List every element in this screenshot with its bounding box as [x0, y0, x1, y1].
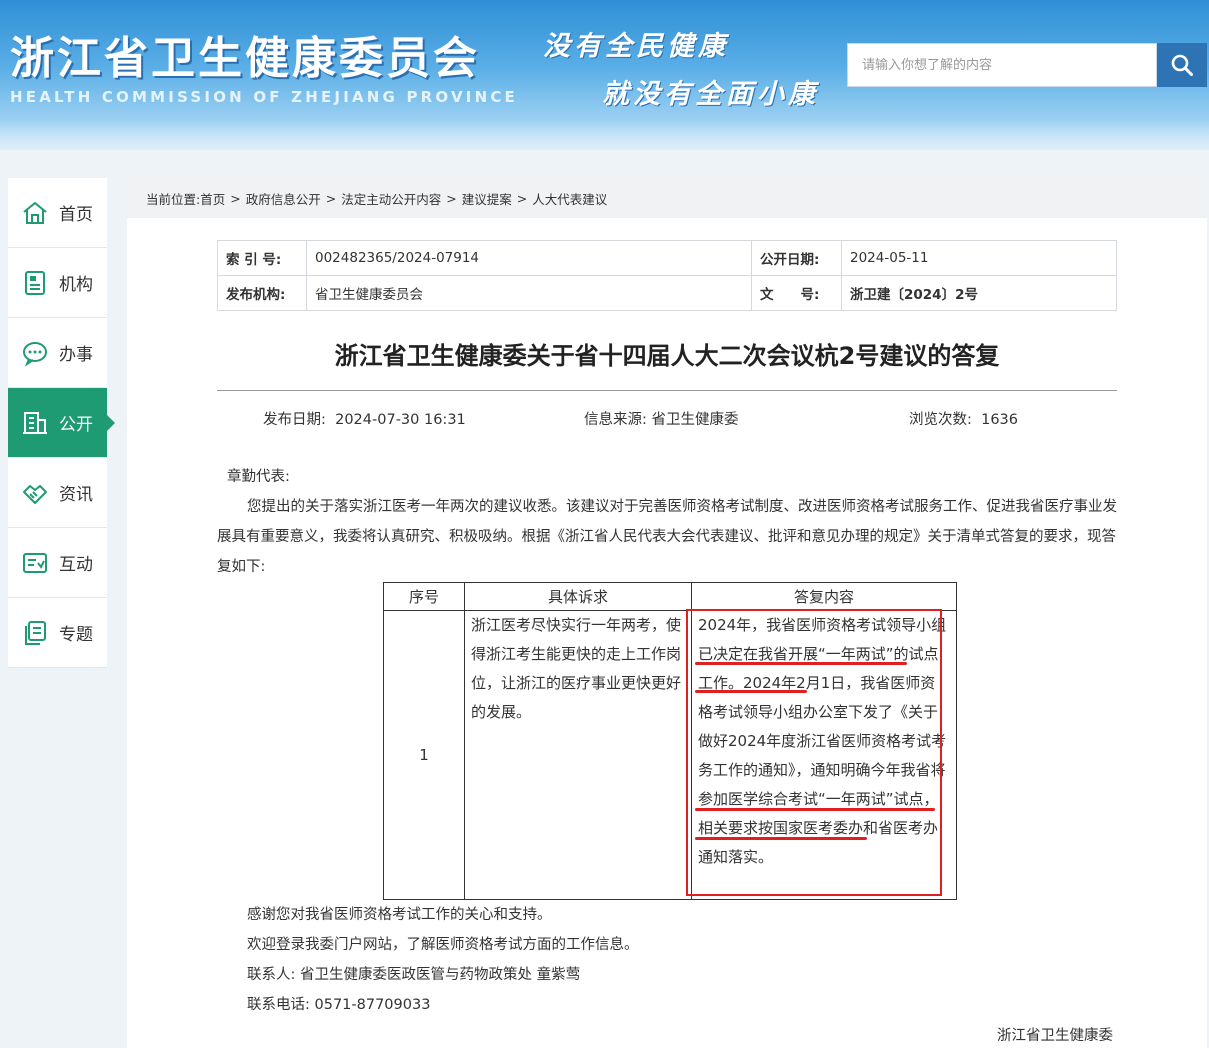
open-date-value: 2024-05-11: [841, 240, 1117, 276]
publish-date-label: 发布日期:: [263, 412, 326, 428]
search-input[interactable]: [848, 44, 1156, 86]
table-row: 1 浙江医考尽快实行一年两考，使得浙江考生能更快的走上工作岗位，让浙江的医疗事业…: [383, 610, 957, 900]
signature: 浙江省卫生健康委: [997, 1028, 1113, 1044]
info-source-value: 省卫生健康委: [651, 412, 739, 428]
site-title[interactable]: 浙江省卫生健康委员会: [10, 22, 480, 86]
sidebar-item-label: 资讯: [59, 485, 93, 505]
sidebar-item-topics[interactable]: 专题: [8, 598, 107, 668]
phone-label: 联系电话:: [247, 997, 310, 1013]
breadcrumb-link-npc-suggestions[interactable]: 人大代表建议: [532, 189, 607, 208]
sidebar-item-news[interactable]: 资讯: [8, 458, 107, 528]
site-header: 浙江省卫生健康委员会 HEALTH COMMISSION OF ZHEJIANG…: [0, 0, 1209, 150]
page-title: 浙江省卫生健康委关于省十四届人大二次会议杭2号建议的答复: [334, 342, 1000, 370]
sidebar-item-interaction[interactable]: 互动: [8, 528, 107, 598]
publish-date: 发布日期: 2024-07-30 16:31: [263, 408, 466, 429]
main-content: 当前位置: 首页 > 政府信息公开 > 法定主动公开内容 > 建议提案 > 人大…: [127, 178, 1207, 1048]
search-button[interactable]: [1157, 43, 1207, 87]
contact-phone: 联系电话: 0571-87709033: [247, 990, 639, 1020]
closing-welcome: 欢迎登录我委门户网站，了解医师资格考试方面的工作信息。: [247, 937, 639, 953]
handshake-icon: [21, 479, 49, 507]
underline-mark: [695, 662, 907, 665]
view-count-value: 1636: [981, 412, 1019, 428]
row-demand: 浙江医考尽快实行一年两考，使得浙江考生能更快的走上工作岗位，让浙江的医疗事业更快…: [464, 610, 692, 900]
breadcrumb-separator: >: [230, 190, 241, 206]
underline-mark: [695, 808, 935, 811]
sidebar-item-label: 机构: [59, 275, 93, 295]
breadcrumb-link-proposals[interactable]: 建议提案: [462, 189, 512, 208]
breadcrumb-separator: >: [516, 190, 528, 206]
breadcrumb-link-gov-info[interactable]: 政府信息公开: [246, 189, 321, 208]
breadcrumb-separator: >: [446, 190, 457, 206]
document-number-label: 文 号:: [751, 275, 842, 311]
sidebar-item-label: 互动: [59, 555, 93, 575]
breadcrumb: 当前位置: 首页 > 政府信息公开 > 法定主动公开内容 > 建议提案 > 人大…: [127, 178, 1207, 218]
document-number-value: 浙卫建〔2024〕2号: [841, 275, 1117, 311]
column-header-number: 序号: [383, 582, 465, 611]
info-source: 信息来源: 省卫生健康委: [584, 408, 739, 429]
search-icon: [1171, 54, 1193, 76]
publisher-label: 发布机构:: [217, 275, 307, 311]
view-count: 浏览次数: 1636: [909, 408, 1018, 429]
phone-value: 0571-87709033: [314, 997, 431, 1013]
closing-thanks: 感谢您对我省医师资格考试工作的关心和支持。: [247, 907, 552, 923]
search-box: [847, 43, 1157, 87]
document-meta-table: 索 引 号: 002482365/2024-07914 公开日期: 2024-0…: [217, 240, 1117, 311]
title-divider: [217, 390, 1117, 391]
column-header-demand: 具体诉求: [464, 582, 692, 611]
sidebar-item-label: 办事: [59, 345, 93, 365]
row-number: 1: [383, 610, 465, 900]
column-header-reply: 答复内容: [691, 582, 957, 611]
sidebar-item-org[interactable]: 机构: [8, 248, 107, 318]
chat-bubble-icon: [21, 339, 49, 367]
index-number-label: 索 引 号:: [217, 240, 307, 276]
breadcrumb-link-statutory[interactable]: 法定主动公开内容: [341, 189, 441, 208]
sidebar-item-services[interactable]: 办事: [8, 318, 107, 388]
info-source-label: 信息来源:: [584, 412, 647, 428]
underline-mark: [695, 690, 807, 693]
contact-label: 联系人:: [247, 967, 296, 983]
open-date-label: 公开日期:: [751, 240, 842, 276]
salutation: 章勤代表:: [227, 469, 290, 485]
breadcrumb-separator: >: [325, 190, 337, 206]
breadcrumb-prefix: 当前位置:: [146, 191, 201, 207]
sidebar-item-home[interactable]: 首页: [8, 178, 107, 248]
reply-table: 序号 具体诉求 答复内容 1 浙江医考尽快实行一年两考，使得浙江考生能更快的走上…: [383, 582, 957, 900]
header-wave: [0, 120, 1209, 150]
index-number-value: 002482365/2024-07914: [306, 240, 752, 276]
intro-paragraph: 您提出的关于落实浙江医考一年两次的建议收悉。该建议对于完善医师资格考试制度、改进…: [217, 499, 1117, 575]
view-count-label: 浏览次数:: [909, 412, 972, 428]
closing-section: 感谢您对我省医师资格考试工作的关心和支持。 欢迎登录我委门户网站，了解医师资格考…: [247, 900, 639, 1020]
publish-date-value: 2024-07-30 16:31: [335, 412, 466, 428]
contact-value: 省卫生健康委医政医管与药物政策处 童紫莺: [300, 967, 581, 983]
sidebar-item-label: 公开: [59, 415, 93, 435]
sidebar-nav: 首页 机构 办事 公开 资讯 互动 专题: [8, 178, 115, 668]
publisher-value: 省卫生健康委员会: [306, 275, 752, 311]
slogan-line-1: 没有全民健康: [543, 31, 729, 62]
contact-person: 联系人: 省卫生健康委医政医管与药物政策处 童紫莺: [247, 960, 639, 990]
topic-stack-icon: [21, 619, 49, 647]
site-subtitle: HEALTH COMMISSION OF ZHEJIANG PROVINCE: [10, 88, 518, 106]
sidebar-item-public[interactable]: 公开: [8, 388, 115, 458]
home-icon: [21, 199, 49, 227]
sidebar-item-label: 专题: [59, 625, 93, 645]
breadcrumb-link-home[interactable]: 首页: [200, 189, 225, 208]
org-document-icon: [21, 269, 49, 297]
sidebar-item-label: 首页: [59, 205, 93, 225]
building-icon: [21, 409, 49, 437]
slogan-line-2: 就没有全面小康: [602, 79, 819, 110]
interaction-icon: [21, 549, 49, 577]
row-reply: 2024年，我省医师资格考试领导小组已决定在我省开展“一年两试”的试点工作。20…: [691, 610, 957, 900]
underline-mark: [695, 837, 867, 840]
